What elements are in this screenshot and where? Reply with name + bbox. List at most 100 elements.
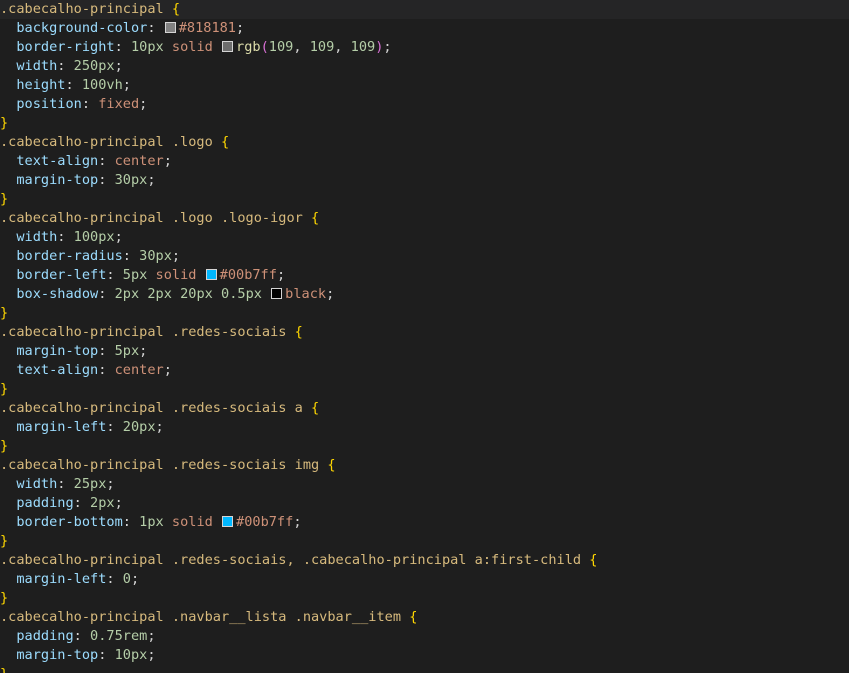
code-line[interactable]: .cabecalho-principal .redes-sociais a { xyxy=(0,399,849,418)
code-line[interactable]: .cabecalho-principal .logo { xyxy=(0,133,849,152)
number-value: 10px xyxy=(114,647,148,663)
punctuation: ; xyxy=(236,20,245,36)
code-line[interactable]: margin-top: 30px; xyxy=(0,171,849,190)
color-swatch-icon[interactable] xyxy=(222,516,234,527)
code-line[interactable]: padding: 0.75rem; xyxy=(0,627,849,646)
css-selector: .cabecalho-principal .redes-sociais, .ca… xyxy=(0,552,582,568)
code-line[interactable]: text-align: center; xyxy=(0,152,849,171)
punctuation: : xyxy=(98,153,115,169)
number-value: 109 xyxy=(268,39,294,55)
number-value: 100vh xyxy=(81,77,123,93)
punctuation xyxy=(0,96,16,112)
code-lines[interactable]: .cabecalho-principal { background-color:… xyxy=(0,0,849,673)
brace: { xyxy=(311,210,320,226)
code-line[interactable]: .cabecalho-principal .redes-sociais, .ca… xyxy=(0,551,849,570)
punctuation: : xyxy=(98,647,115,663)
color-swatch-icon[interactable] xyxy=(164,22,176,33)
code-line[interactable]: } xyxy=(0,532,849,551)
punctuation: , xyxy=(334,39,351,55)
color-swatch-icon[interactable] xyxy=(222,41,234,52)
code-line[interactable]: } xyxy=(0,380,849,399)
punctuation xyxy=(401,609,409,625)
punctuation: ; xyxy=(163,153,172,169)
punctuation: ; xyxy=(171,248,181,264)
keyword-value: black xyxy=(285,286,327,302)
punctuation: ; xyxy=(383,39,392,55)
punctuation: : xyxy=(106,267,123,283)
keyword-value: center xyxy=(114,362,164,378)
punctuation xyxy=(0,58,16,74)
code-line[interactable]: text-align: center; xyxy=(0,361,849,380)
number-value: 0.75rem xyxy=(90,628,148,644)
brace: { xyxy=(409,609,418,625)
code-line[interactable]: } xyxy=(0,114,849,133)
css-property: text-align xyxy=(16,153,99,169)
punctuation xyxy=(303,400,311,416)
number-value: 30px xyxy=(139,248,172,264)
css-property: margin-top xyxy=(16,172,99,188)
code-line[interactable]: margin-top: 5px; xyxy=(0,342,849,361)
keyword-value: solid xyxy=(171,39,213,55)
brace: { xyxy=(311,400,320,416)
code-editor[interactable]: .cabecalho-principal { background-color:… xyxy=(0,0,849,673)
brace: } xyxy=(0,666,8,673)
punctuation xyxy=(164,1,172,17)
brace: } xyxy=(0,590,9,606)
code-line[interactable]: } xyxy=(0,437,849,456)
code-line[interactable]: margin-left: 20px; xyxy=(0,418,849,437)
code-line[interactable]: border-left: 5px solid #00b7ff; xyxy=(0,266,849,285)
code-line[interactable]: .cabecalho-principal .logo .logo-igor { xyxy=(0,209,849,228)
punctuation: ; xyxy=(139,96,148,112)
code-line[interactable]: margin-top: 10px; xyxy=(0,646,849,665)
brace: { xyxy=(294,324,303,340)
number-value: 10px xyxy=(130,39,164,55)
code-line[interactable]: position: fixed; xyxy=(0,95,849,114)
code-line[interactable]: height: 100vh; xyxy=(0,76,849,95)
keyword-value: center xyxy=(114,153,164,169)
punctuation xyxy=(0,628,16,644)
code-line[interactable]: background-color: #818181; xyxy=(0,19,849,38)
code-line[interactable]: border-bottom: 1px solid #00b7ff; xyxy=(0,513,849,532)
code-line[interactable]: border-right: 10px solid rgb(109, 109, 1… xyxy=(0,38,849,57)
number-value: 5px xyxy=(122,267,148,283)
code-line[interactable]: .cabecalho-principal .redes-sociais img … xyxy=(0,456,849,475)
function-name: rgb xyxy=(236,39,261,55)
code-line[interactable]: } xyxy=(0,665,849,673)
code-line[interactable]: width: 25px; xyxy=(0,475,849,494)
code-line[interactable]: box-shadow: 2px 2px 20px 0.5px black; xyxy=(0,285,849,304)
code-line[interactable]: width: 250px; xyxy=(0,57,849,76)
punctuation: : xyxy=(114,39,131,55)
css-property: margin-left xyxy=(16,571,107,587)
punctuation: ; xyxy=(130,571,140,587)
punctuation: ; xyxy=(139,343,148,359)
code-line[interactable]: padding: 2px; xyxy=(0,494,849,513)
punctuation xyxy=(164,39,172,55)
punctuation: ; xyxy=(114,229,123,245)
css-property: margin-top xyxy=(16,343,99,359)
punctuation xyxy=(0,647,16,663)
code-line[interactable]: } xyxy=(0,190,849,209)
code-line[interactable]: .cabecalho-principal .redes-sociais { xyxy=(0,323,849,342)
punctuation xyxy=(303,210,311,226)
number-value: 30px xyxy=(114,172,148,188)
css-property: background-color xyxy=(16,20,148,36)
css-property: box-shadow xyxy=(16,286,99,302)
code-line[interactable]: .cabecalho-principal { xyxy=(0,0,849,19)
punctuation xyxy=(0,343,16,359)
code-line[interactable]: width: 100px; xyxy=(0,228,849,247)
punctuation: : xyxy=(57,58,74,74)
code-line[interactable]: .cabecalho-principal .navbar__lista .nav… xyxy=(0,608,849,627)
code-line[interactable]: } xyxy=(0,304,849,323)
number-value: 0.5px xyxy=(221,286,262,302)
brace: { xyxy=(220,134,230,150)
brace: } xyxy=(0,305,9,321)
punctuation: ; xyxy=(106,476,115,492)
color-swatch-icon[interactable] xyxy=(271,288,283,299)
code-line[interactable]: margin-left: 0; xyxy=(0,570,849,589)
code-line[interactable]: } xyxy=(0,589,849,608)
punctuation: : xyxy=(73,495,91,511)
color-swatch-icon[interactable] xyxy=(205,269,217,280)
number-value: 5px xyxy=(114,343,140,359)
punctuation xyxy=(0,362,16,378)
code-line[interactable]: border-radius: 30px; xyxy=(0,247,849,266)
